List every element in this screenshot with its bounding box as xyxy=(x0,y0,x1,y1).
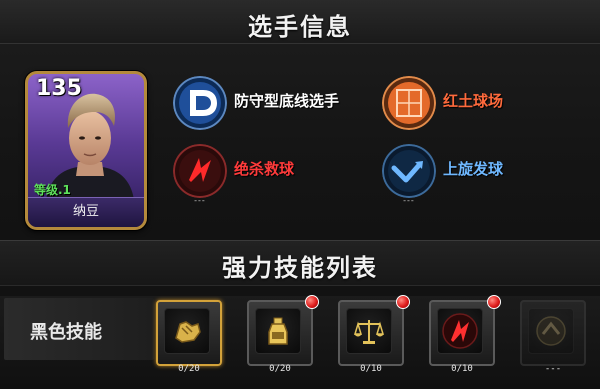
skills-row-label: 黑色技能 xyxy=(30,322,102,343)
bottle-icon xyxy=(268,317,288,345)
killer-save-icon xyxy=(173,144,227,198)
slot-inner xyxy=(346,308,392,354)
attribute-defensive-baseliner[interactable]: 防守型底线选手 xyxy=(172,76,340,130)
page-title: 选手信息 xyxy=(248,13,352,41)
slot-inner xyxy=(437,308,483,354)
skill-slot-3[interactable]: 0/10 xyxy=(338,295,410,382)
new-badge xyxy=(305,295,319,309)
attribute-label: 绝杀救球 xyxy=(234,160,295,178)
attribute-killer-save[interactable]: --- 绝杀救球 xyxy=(172,144,294,205)
skill-slot-5[interactable]: --- xyxy=(520,300,586,382)
slot-count: 0/20 xyxy=(178,364,200,374)
hand-strength-icon xyxy=(175,321,201,343)
killer-save-icon xyxy=(442,313,478,349)
player-name: 纳豆 xyxy=(28,197,144,227)
attribute-label: 上旋发球 xyxy=(443,160,504,178)
balance-scale-icon xyxy=(353,320,385,344)
attribute-label: 红土球场 xyxy=(443,92,504,110)
player-rating: 135 xyxy=(36,76,82,101)
skill-slot-4[interactable]: 0/10 xyxy=(429,295,501,382)
player-level: 等级.1 xyxy=(34,183,71,197)
attribute-topspin-serve[interactable]: --- 上旋发球 xyxy=(381,144,503,205)
new-badge xyxy=(487,295,501,309)
clay-court-icon xyxy=(382,76,436,130)
skill-slot-1[interactable]: 0/20 xyxy=(156,300,222,382)
slot-count: 0/10 xyxy=(451,364,473,374)
player-card[interactable]: 135 等级.1 纳豆 xyxy=(25,71,147,230)
attribute-label: 防守型底线选手 xyxy=(234,92,340,110)
topspin-serve-icon xyxy=(382,144,436,198)
defense-d-icon xyxy=(173,76,227,130)
attribute-sub: --- xyxy=(194,196,206,205)
attribute-clay-court[interactable]: 红土球场 xyxy=(381,76,504,130)
slot-count: --- xyxy=(544,364,562,374)
slot-inner xyxy=(164,308,210,354)
attribute-sub: --- xyxy=(403,196,415,205)
skill-slot-2[interactable]: 0/20 xyxy=(247,295,319,382)
new-badge xyxy=(396,295,410,309)
slot-count: 0/10 xyxy=(360,364,382,374)
skills-section-title: 强力技能列表 xyxy=(222,254,378,282)
topspin-arrow-icon xyxy=(536,316,566,346)
slot-inner xyxy=(255,308,301,354)
slot-count: 0/20 xyxy=(269,364,291,374)
slot-inner xyxy=(528,308,574,354)
